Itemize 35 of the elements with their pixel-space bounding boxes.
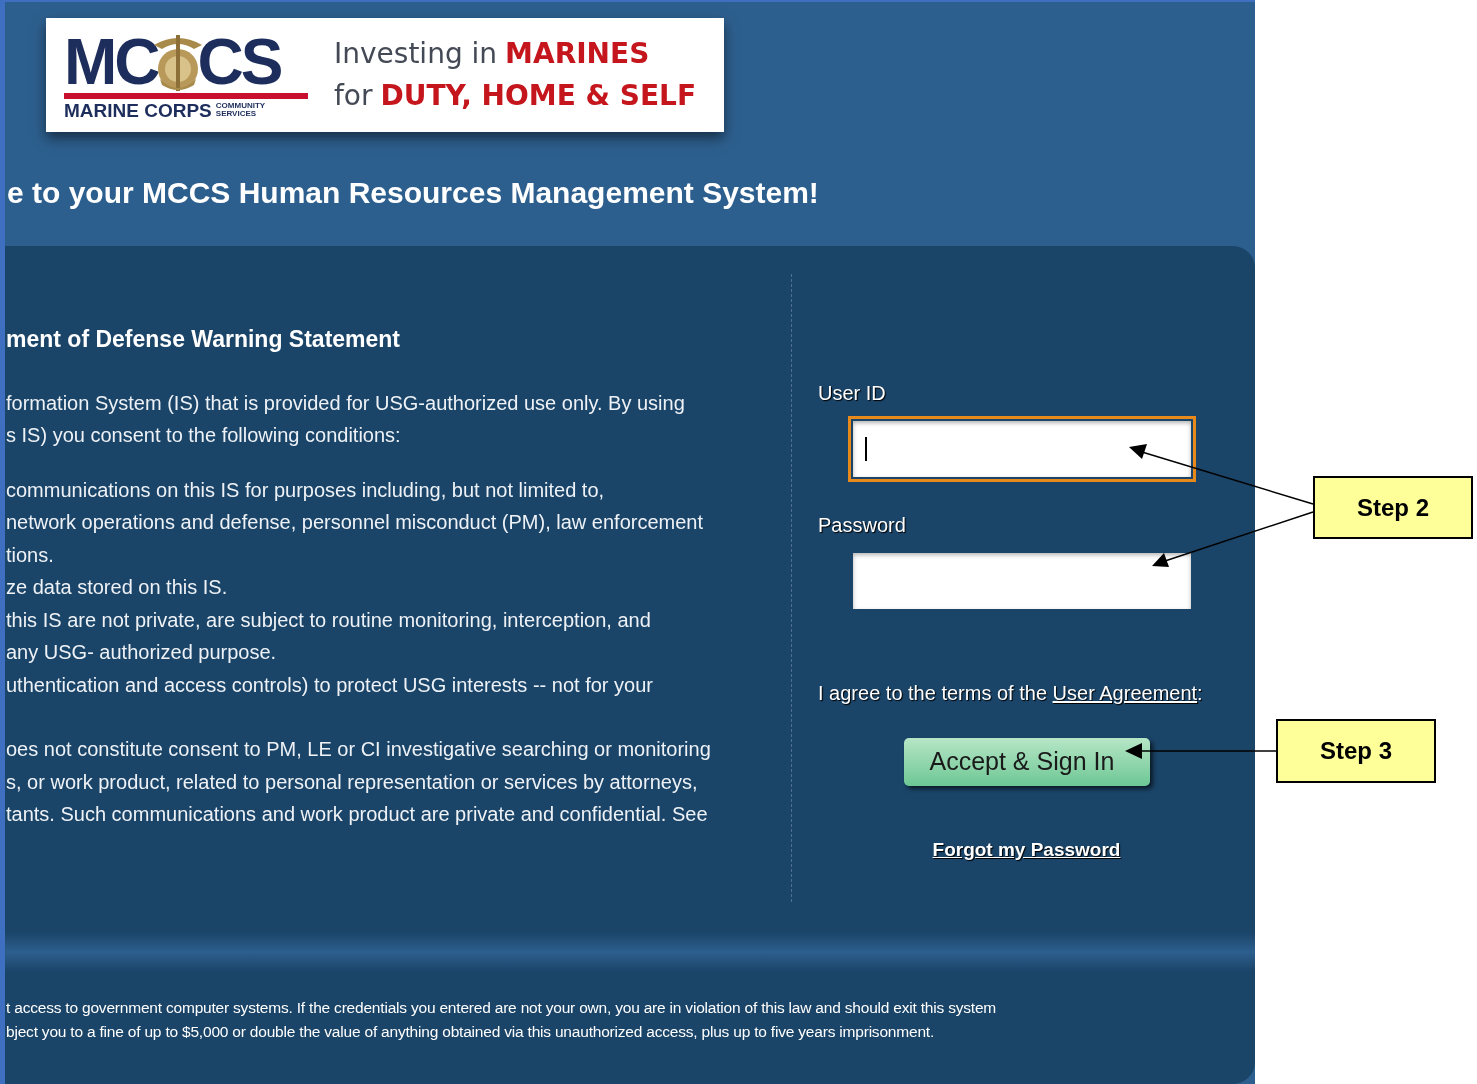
warning-text: uthentication and access controls) to protect USG interests -- not for your [6, 672, 654, 698]
step-callout: Step 3 [1276, 719, 1436, 783]
user-id-label: User ID [818, 381, 887, 406]
logo-org-name: MARINE CORPS [64, 100, 212, 120]
password-label: Password [818, 513, 907, 538]
warning-text: this IS are not private, are subject to routine monitoring, interception, and [6, 607, 652, 633]
tagline-text: for [334, 78, 373, 114]
logo-letters: MC [64, 29, 158, 94]
warning-text: communications on this IS for purposes including, but not limited to, [6, 477, 606, 503]
warning-text: oes not constitute consent to PM, LE or CI investigative searching or monitoring [6, 737, 712, 762]
warning-text: ze data stored on this IS. [6, 575, 229, 600]
footer-warning-text: t access to government computer systems. If the credentials you entered are not your own, you are in violation of this law and should exit this system [6, 998, 998, 1018]
warning-text: any USG- authorized purpose. [6, 640, 278, 665]
warning-text: formation System (IS) that is provided for USG-authorized use only. By using [6, 390, 686, 416]
tagline-highlight: DUTY, HOME & SELF [380, 78, 696, 114]
warning-heading: ment of Defense Warning Statement [6, 325, 402, 354]
accept-sign-in-button[interactable]: Accept & Sign In [903, 738, 1150, 786]
footer-warning-text: bject you to a fine of up to $5,000 or double the value of anything obtained via this unauthorized access, plus up to five years imprisonment. [6, 1022, 936, 1042]
logo-letters: CS [197, 29, 281, 94]
tagline-text: Investing in [334, 36, 498, 72]
agree-colon: : [1197, 681, 1203, 706]
tagline-highlight: MARINES [505, 36, 650, 72]
forgot-password-link[interactable]: Forgot my Password [932, 836, 1121, 865]
warning-text: network operations and defense, personnel misconduct (PM), law enforcement [6, 510, 705, 535]
warning-text: s IS) you consent to the following conditions: [6, 423, 402, 448]
warning-text: tants. Such communications and work product are private and confidential. See [6, 802, 709, 827]
user-id-field[interactable] [848, 416, 1196, 482]
page-title: e to your MCCS Human Resources Management System! [7, 174, 819, 211]
step-callout: Step 2 [1313, 476, 1473, 539]
user-agreement-link[interactable]: User Agreement [1052, 678, 1198, 708]
warning-text: s, or work product, related to personal representation or services by attorneys, [6, 769, 699, 795]
warning-text: tions. [6, 542, 55, 568]
agree-text: I agree to the terms of the [818, 681, 1048, 706]
logo-subtitle: SERVICES [215, 110, 258, 118]
logo-subtitle: COMMUNITY [215, 102, 266, 110]
